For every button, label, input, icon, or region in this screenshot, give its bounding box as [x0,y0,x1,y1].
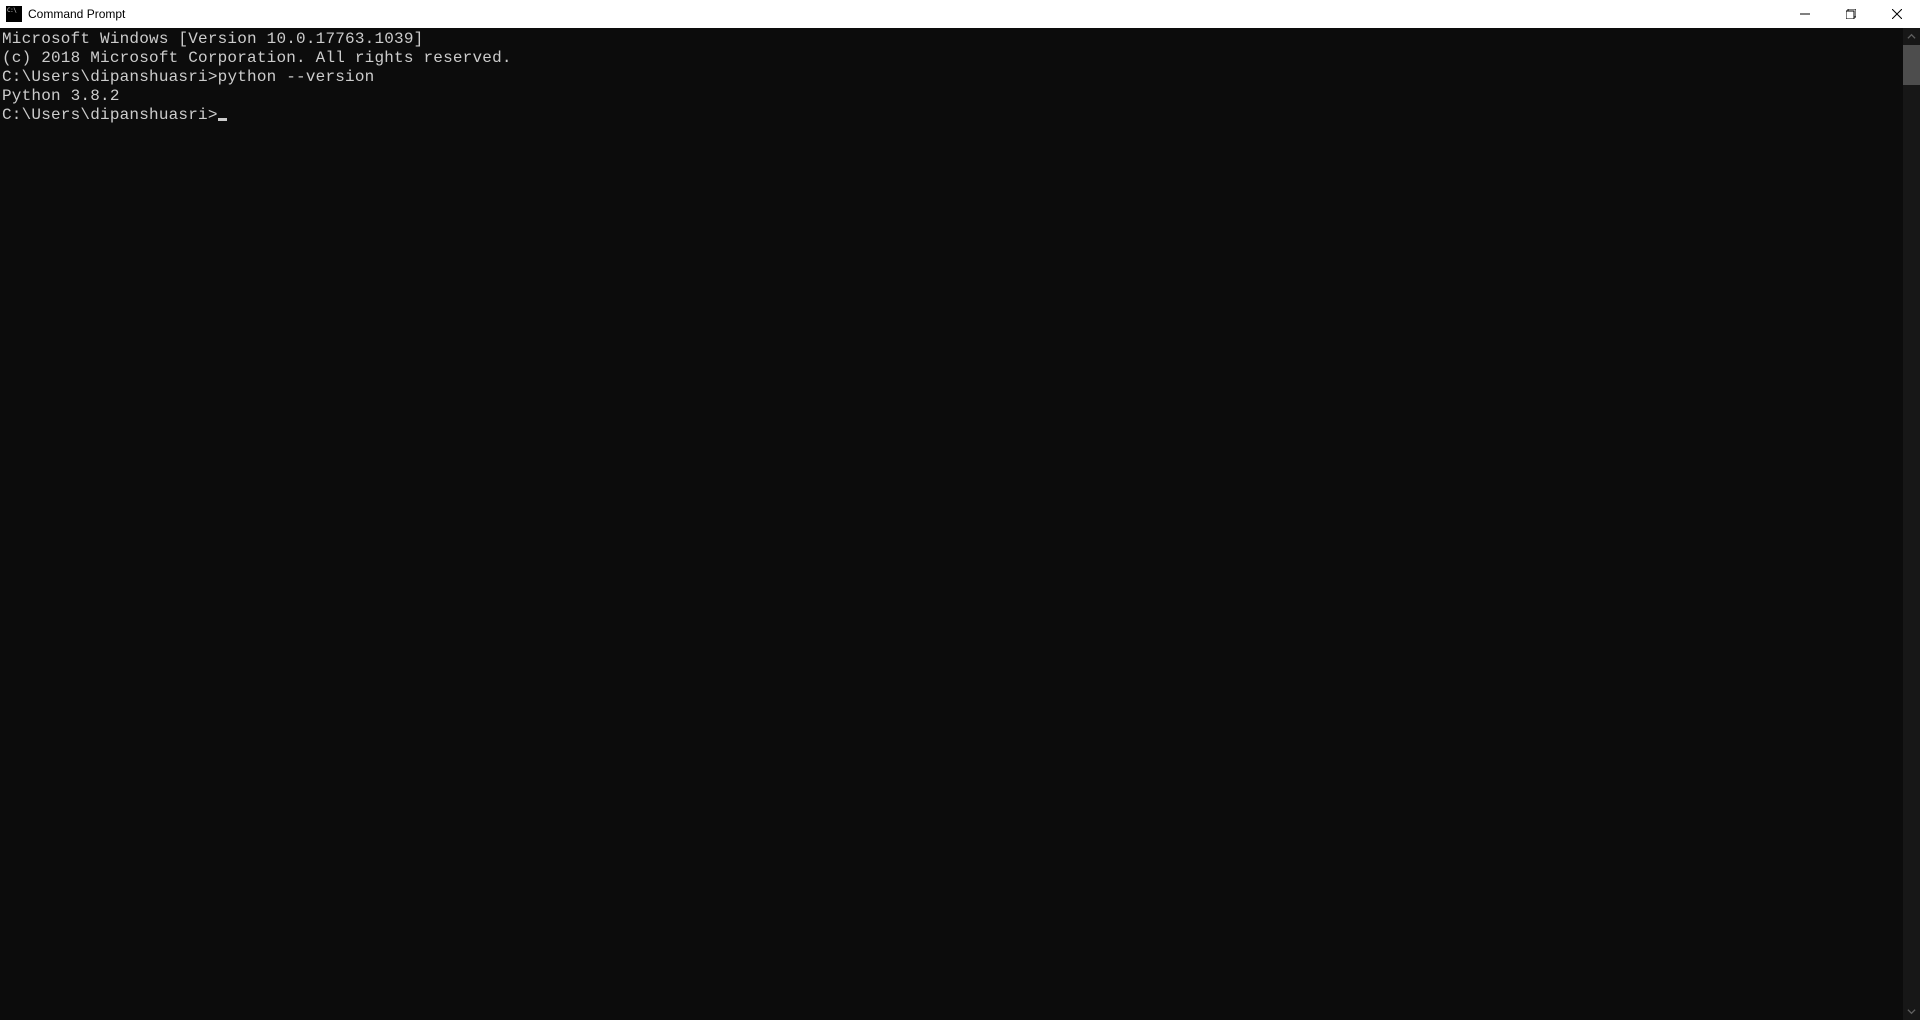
window-titlebar: Command Prompt [0,0,1920,28]
close-button[interactable] [1874,0,1920,28]
terminal-line: Python 3.8.2 [2,87,1903,106]
window-title: Command Prompt [28,7,1782,21]
cursor-icon [218,118,227,121]
chevron-down-icon [1907,1007,1916,1016]
terminal-area[interactable]: Microsoft Windows [Version 10.0.17763.10… [0,28,1920,1020]
terminal-line: C:\Users\dipanshuasri>python --version [2,68,1903,87]
terminal-line: Microsoft Windows [Version 10.0.17763.10… [2,30,1903,49]
scroll-up-button[interactable] [1903,28,1920,45]
terminal-line: (c) 2018 Microsoft Corporation. All righ… [2,49,1903,68]
maximize-icon [1846,9,1856,19]
terminal-line: C:\Users\dipanshuasri> [2,106,1903,125]
vertical-scrollbar[interactable] [1903,28,1920,1020]
close-icon [1892,9,1902,19]
scroll-track[interactable] [1903,45,1920,1003]
scroll-thumb[interactable] [1903,45,1920,85]
cmd-icon [6,6,22,22]
minimize-button[interactable] [1782,0,1828,28]
window-controls [1782,0,1920,28]
scroll-down-button[interactable] [1903,1003,1920,1020]
chevron-up-icon [1907,32,1916,41]
prompt-path: C:\Users\dipanshuasri> [2,106,218,124]
terminal-content[interactable]: Microsoft Windows [Version 10.0.17763.10… [0,28,1903,1020]
prompt-path: C:\Users\dipanshuasri> [2,68,218,86]
minimize-icon [1800,9,1810,19]
command-text: python --version [218,68,375,86]
maximize-button[interactable] [1828,0,1874,28]
